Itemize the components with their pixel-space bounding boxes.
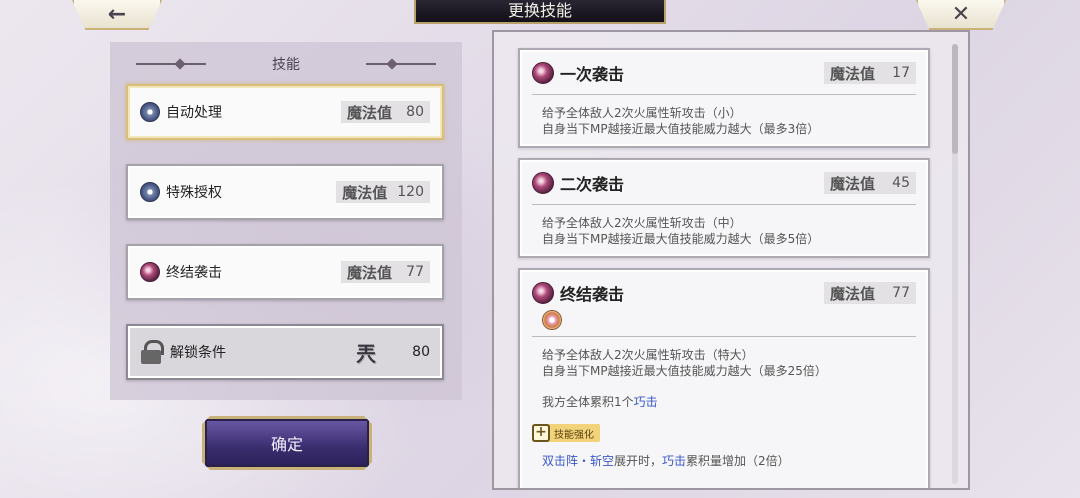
mp-tag: 魔法值 77	[340, 261, 430, 283]
skill-slot-1[interactable]: 自动处理 魔法值 80	[126, 84, 444, 140]
mp-value: 17	[892, 65, 910, 81]
skill-slot-2[interactable]: 特殊授权 魔法值 120	[126, 164, 444, 220]
mp-tag: 魔法值 17	[824, 62, 916, 84]
mp-label: 魔法值	[830, 284, 876, 303]
skill-card-3[interactable]: 终结袭击 魔法值 77 给予全体敌人2次火属性斩攻击（特大） 自身当下MP越接近…	[518, 268, 930, 488]
mp-value: 120	[397, 184, 424, 200]
card-description-line: 给予全体敌人2次火属性斩攻击（小）	[542, 106, 742, 120]
skill-slot-3[interactable]: 终结袭击 魔法值 77	[126, 244, 444, 300]
back-arrow-icon: ←	[107, 1, 127, 27]
mp-label: 魔法值	[346, 103, 392, 122]
panel-heading: 技能	[110, 52, 462, 76]
divider	[532, 336, 916, 337]
plus-icon: +	[532, 424, 550, 442]
lock-icon	[140, 340, 164, 364]
skill-list-panel[interactable]: 一次袭击 魔法值 17 给予全体敌人2次火属性斩攻击（小） 自身当下MP越接近最…	[492, 30, 970, 490]
card-header: 二次袭击 魔法值 45	[532, 170, 916, 196]
slash-icon	[532, 62, 554, 84]
ornament-left	[136, 63, 206, 65]
mp-label: 魔法值	[830, 174, 876, 193]
card-description-line: 自身当下MP越接近最大值技能威力越大（最多3倍）	[542, 122, 820, 136]
locked-skill-slot[interactable]: 解锁条件 兲 80	[126, 324, 444, 380]
keyword-link[interactable]: 巧击	[662, 454, 686, 468]
skill-enhance-badge: + 技能强化	[532, 424, 600, 442]
card-header: 终结袭击 魔法值 77	[532, 280, 916, 306]
skill-slot-name: 自动处理	[166, 105, 222, 121]
keyword-link[interactable]: 双击阵・斩空	[542, 454, 614, 468]
equipped-skills-panel: 技能 自动处理 魔法值 80 特殊授权 魔法值 120 终结袭击 魔法值 77 …	[110, 42, 462, 400]
slash-icon	[140, 262, 160, 282]
unlock-level-value: 80	[412, 344, 430, 360]
scrollbar-thumb[interactable]	[952, 44, 958, 154]
skill-card-1[interactable]: 一次袭击 魔法值 17 给予全体敌人2次火属性斩攻击（小） 自身当下MP越接近最…	[518, 48, 930, 148]
extra-effect-text: 我方全体累积1个	[542, 395, 634, 409]
mp-label: 魔法值	[830, 64, 876, 83]
close-icon: ✕	[951, 1, 971, 27]
card-title: 终结袭击	[560, 285, 625, 304]
divider	[532, 94, 916, 95]
ornament-right	[366, 63, 436, 65]
unlock-level-glyph: 兲	[356, 341, 376, 366]
unlock-condition-label: 解锁条件	[170, 345, 226, 361]
card-title: 一次袭击	[560, 65, 625, 84]
enhance-effect-line: 双击阵・斩空展开时，巧击累积量增加（2倍）	[532, 452, 916, 469]
extra-effect-line: 我方全体累积1个巧击	[532, 393, 916, 410]
card-title: 二次袭击	[560, 175, 625, 194]
card-description-line: 给予全体敌人2次火属性斩攻击（中）	[542, 216, 742, 230]
close-button[interactable]: ✕	[916, 0, 1006, 30]
mp-tag: 魔法值 77	[824, 282, 916, 304]
slash-icon	[532, 172, 554, 194]
mp-label: 魔法值	[346, 263, 392, 282]
gear-icon	[140, 182, 160, 202]
enhance-effect-text: 累积量增加（2倍）	[686, 454, 790, 468]
mp-value: 77	[406, 264, 424, 280]
card-description-line: 给予全体敌人2次火属性斩攻击（特大）	[542, 348, 754, 362]
divider	[532, 204, 916, 205]
mp-tag: 魔法值 120	[336, 181, 430, 203]
slash-icon	[532, 282, 554, 304]
skill-slot-name: 终结袭击	[166, 265, 222, 281]
mp-value: 45	[892, 175, 910, 191]
mp-tag: 魔法值 80	[340, 101, 430, 123]
card-description-line: 自身当下MP越接近最大值技能威力越大（最多5倍）	[542, 232, 820, 246]
gear-icon	[140, 102, 160, 122]
confirm-button[interactable]: 确定	[202, 416, 372, 470]
page-title: 更换技能	[414, 0, 666, 24]
keyword-link[interactable]: 巧击	[634, 395, 658, 409]
back-button[interactable]: ←	[72, 0, 162, 30]
card-description-line: 自身当下MP越接近最大值技能威力越大（最多25倍）	[542, 364, 827, 378]
skill-enhance-label: 技能强化	[554, 429, 594, 441]
mp-label: 魔法值	[342, 183, 388, 202]
skill-slot-name: 特殊授权	[166, 185, 222, 201]
mp-tag: 魔法值 45	[824, 172, 916, 194]
skill-card-2[interactable]: 二次袭击 魔法值 45 给予全体敌人2次火属性斩攻击（中） 自身当下MP越接近最…	[518, 158, 930, 258]
panel-heading-text: 技能	[272, 57, 300, 73]
card-header: 一次袭击 魔法值 17	[532, 60, 916, 86]
combo-badge-icon	[542, 310, 562, 330]
mp-value: 80	[406, 104, 424, 120]
enhance-effect-text: 展开时，	[614, 454, 663, 468]
mp-value: 77	[892, 285, 910, 301]
